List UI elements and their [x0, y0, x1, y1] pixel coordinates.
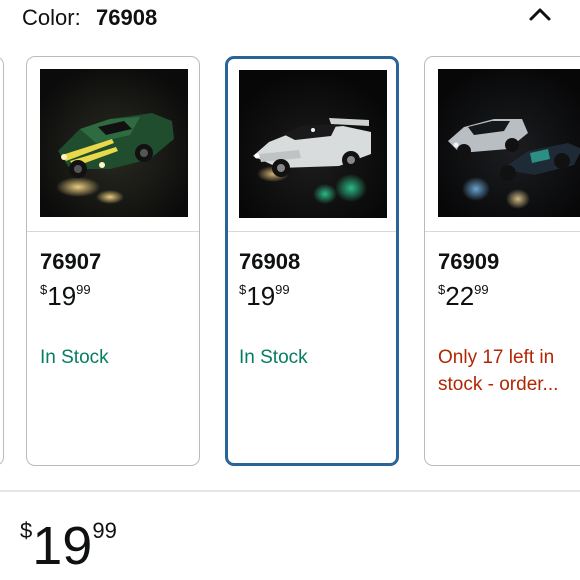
price-whole: 19: [47, 281, 77, 311]
variant-image-two-cars: [438, 69, 580, 217]
price-currency: $: [438, 282, 446, 297]
variant-image-white-car: [239, 70, 387, 218]
stock-status: In Stock: [239, 347, 308, 368]
color-label: Color:: [22, 5, 81, 30]
price-fraction: 99: [474, 282, 489, 297]
stock-status: Only 17 left in stock - order...: [438, 347, 559, 395]
price-currency: $: [40, 282, 48, 297]
price-fraction: 99: [275, 282, 290, 297]
variant-card-76909[interactable]: 76909 $2299 Only 17 left in stock - orde…: [424, 56, 580, 466]
price-whole: 19: [246, 281, 276, 311]
variant-price: $1999: [239, 281, 290, 316]
main-price-whole: 19: [32, 516, 93, 576]
price-fraction: 99: [76, 282, 91, 297]
variant-price: $2299: [438, 281, 489, 316]
card-divider: [425, 231, 580, 232]
stock-status: In Stock: [40, 347, 109, 368]
partial-variant-card[interactable]: [0, 56, 4, 466]
card-divider: [228, 231, 396, 232]
variant-card-76908[interactable]: 76908 $1999 In Stock: [225, 56, 399, 466]
variant-name: 76908: [239, 249, 301, 274]
price-currency: $: [239, 282, 247, 297]
main-price-fraction: 99: [92, 518, 117, 543]
price-whole: 22: [445, 281, 475, 311]
selected-color-value: 76908: [96, 5, 158, 30]
card-divider: [27, 231, 199, 232]
main-price-currency: $: [20, 518, 33, 543]
variant-name: 76909: [438, 249, 500, 274]
variant-carousel[interactable]: 76907 $1999 In Stock 76908 $1999 In Stoc…: [0, 56, 580, 470]
variant-name: 76907: [40, 249, 102, 274]
color-selector-header[interactable]: Color: 76908: [0, 0, 580, 40]
variant-price: $1999: [40, 281, 91, 316]
variant-card-76907[interactable]: 76907 $1999 In Stock: [26, 56, 200, 466]
chevron-up-icon: [529, 8, 551, 21]
section-divider: [0, 490, 580, 492]
product-variant-page: Color: 76908 76907 $1999 In Stock 76908 …: [0, 0, 580, 580]
main-price: $1999: [20, 516, 117, 580]
variant-image-green-car: [40, 69, 188, 217]
collapse-button[interactable]: [522, 0, 558, 28]
